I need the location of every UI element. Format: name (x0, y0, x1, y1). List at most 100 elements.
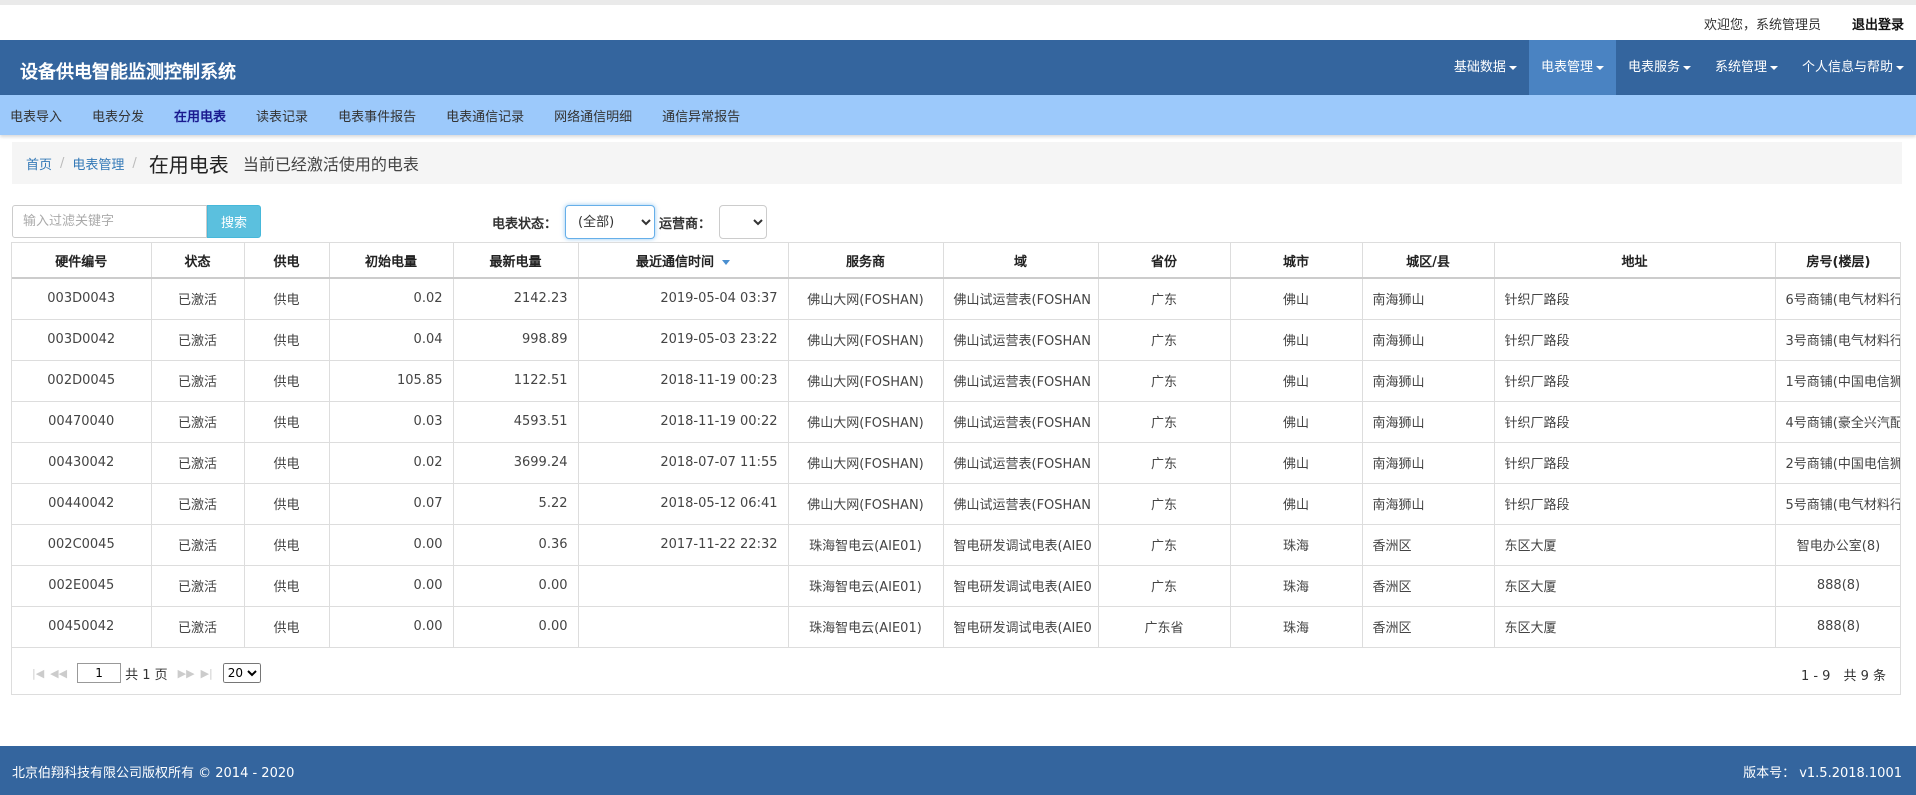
table-cell: 1122.51 (453, 360, 579, 402)
table-cell: 广东 (1098, 360, 1231, 402)
page-title: 在用电表 (148, 152, 229, 177)
table-cell: 佛山大网(FOSHAN) (788, 401, 944, 443)
search-button[interactable]: 搜索 (207, 205, 261, 238)
column-header[interactable]: 房号(楼层) (1775, 243, 1900, 279)
table-cell: 已激活 (151, 606, 245, 648)
column-header[interactable]: 状态 (151, 243, 245, 279)
table-cell: 已激活 (151, 565, 245, 607)
subnav-comm-records[interactable]: 电表通信记录 (436, 106, 544, 125)
page-size-select[interactable]: 20 (222, 663, 261, 683)
subnav-active-meters[interactable]: 在用电表 (164, 106, 246, 125)
column-header[interactable]: 城市 (1230, 243, 1363, 279)
table-cell: 0.36 (453, 524, 579, 566)
nav-basic-data[interactable]: 基础数据 (1442, 40, 1529, 95)
subnav-event-reports[interactable]: 电表事件报告 (328, 106, 436, 125)
column-header[interactable]: 地址 (1494, 243, 1776, 279)
table-row[interactable]: 002C0045 已激活 供电 0.00 0.36 2017-11-22 22:32 珠海智… (12, 524, 1900, 566)
record-count-info: 1 - 9 共 9 条 (1800, 669, 1886, 684)
table-cell: 佛山 (1230, 360, 1363, 402)
table-cell: 智电办公室(8) (1775, 524, 1900, 566)
table-cell: 珠海 (1230, 565, 1363, 607)
table-cell: 2019-05-03 23:22 (578, 319, 789, 361)
table-cell: 00450042 (12, 606, 152, 648)
table-cell: 佛山 (1230, 278, 1363, 320)
subnav-comm-exceptions[interactable]: 通信异常报告 (652, 106, 760, 125)
nav-label: 基础数据 (1453, 60, 1506, 75)
table-cell: 0.04 (329, 319, 454, 361)
last-page-icon[interactable]: ▶| (201, 667, 213, 680)
breadcrumb-home[interactable]: 首页 (26, 154, 52, 173)
subnav-meter-distribute[interactable]: 电表分发 (82, 106, 164, 125)
sort-desc-icon[interactable] (722, 259, 730, 265)
table-cell: 佛山大网(FOSHAN) (788, 483, 944, 525)
caret-down-icon (1896, 65, 1904, 70)
caret-down-icon (1769, 65, 1778, 70)
meter-grid: 硬件编号 状态 供电 初始电量 最新电量 最近通信时间 服务商域省份 城市 城区/县 地址 房号(楼… (11, 242, 1901, 695)
table-cell: 佛山试运营表(FOSHAN (943, 442, 1099, 484)
table-cell: 0.03 (329, 401, 454, 443)
table-row[interactable]: 003D0042 已激活 供电 0.04 998.89 2019-05-03 23:22 佛… (12, 319, 1900, 361)
status-filter-select[interactable]: (全部) (565, 205, 655, 239)
table-cell: 1号商铺(中国电信狮 (1775, 360, 1900, 402)
nav-system-management[interactable]: 系统管理 (1703, 40, 1790, 95)
logout-link[interactable]: 退出登录 (1852, 14, 1904, 33)
sub-navbar: 电表导入 电表分发 在用电表 读表记录 电表事件报告 电表通信记录 网络通信明细… (0, 95, 1916, 135)
column-header[interactable]: 硬件编号 (12, 243, 152, 279)
table-row[interactable]: 00430042 已激活 供电 0.02 3699.24 2018-07-07 11:55… (12, 442, 1900, 484)
table-cell: 广东 (1098, 442, 1231, 484)
table-cell: 珠海智电云(AIE01) (788, 565, 944, 607)
nav-meter-service[interactable]: 电表服务 (1616, 40, 1703, 95)
search-input[interactable] (12, 205, 207, 238)
table-cell: 0.00 (329, 524, 454, 566)
table-row[interactable]: 00470040 已激活 供电 0.03 4593.51 2018-11-19 00:22… (12, 401, 1900, 443)
table-cell: 003D0043 (12, 278, 152, 320)
operator-filter-select[interactable] (719, 205, 767, 239)
nav-personal-help[interactable]: 个人信息与帮助 (1790, 40, 1916, 95)
table-cell: 003D0042 (12, 319, 152, 361)
table-cell: 0.00 (453, 606, 579, 648)
nav-label: 电表服务 (1627, 60, 1680, 75)
table-cell: 佛山试运营表(FOSHAN (943, 483, 1099, 525)
breadcrumb-section[interactable]: 电表管理 (72, 154, 124, 173)
table-cell: 佛山试运营表(FOSHAN (943, 401, 1099, 443)
prev-page-icon[interactable]: ◀◀ (50, 667, 67, 680)
next-page-icon[interactable]: ▶▶ (178, 667, 195, 680)
table-cell: 已激活 (151, 442, 245, 484)
column-header[interactable]: 城区/县 (1362, 243, 1495, 279)
table-cell: 2017-11-22 22:32 (578, 524, 789, 566)
table-cell: 0.00 (453, 565, 579, 607)
column-header[interactable]: 最近通信时间 (578, 243, 789, 279)
column-header[interactable]: 域 (943, 243, 1099, 279)
column-header[interactable]: 服务商 (788, 243, 944, 279)
table-cell: 佛山大网(FOSHAN) (788, 360, 944, 402)
table-cell: 佛山 (1230, 442, 1363, 484)
caret-down-icon (1595, 65, 1604, 70)
table-row[interactable]: 003D0043 已激活 供电 0.02 2142.23 2019-05-04 03:37… (12, 278, 1900, 320)
table-cell: 已激活 (151, 401, 245, 443)
table-row[interactable]: 002E0045 已激活 供电 0.00 0.00 珠海智电云(AIE01) 智电研发调试电… (12, 565, 1900, 607)
subnav-read-records[interactable]: 读表记录 (246, 106, 328, 125)
page-number-input[interactable] (77, 663, 122, 683)
table-cell: 广东 (1098, 401, 1231, 443)
subnav-network-details[interactable]: 网络通信明细 (544, 106, 652, 125)
column-header[interactable]: 最新电量 (453, 243, 579, 279)
table-cell: 00440042 (12, 483, 152, 525)
table-cell: 佛山 (1230, 319, 1363, 361)
column-header-label: 城区/县 (1406, 254, 1450, 270)
table-cell: 佛山大网(FOSHAN) (788, 278, 944, 320)
table-row[interactable]: 00440042 已激活 供电 0.07 5.22 2018-05-12 06:41 佛山大… (12, 483, 1900, 525)
first-page-icon[interactable]: |◀ (32, 667, 44, 680)
table-cell: 已激活 (151, 278, 245, 320)
column-header[interactable]: 供电 (244, 243, 330, 279)
column-header[interactable]: 省份 (1098, 243, 1231, 279)
table-row[interactable]: 00450042 已激活 供电 0.00 0.00 珠海智电云(AIE01) 智电研发调试电… (12, 606, 1900, 648)
table-cell (578, 606, 789, 648)
subnav-meter-import[interactable]: 电表导入 (0, 106, 82, 125)
table-cell: 针织厂路段 (1494, 278, 1776, 320)
table-cell: 珠海 (1230, 606, 1363, 648)
table-cell: 2018-11-19 00:22 (578, 401, 789, 443)
nav-meter-management[interactable]: 电表管理 (1528, 40, 1616, 95)
table-row[interactable]: 002D0045 已激活 供电 105.85 1122.51 2018-11-19 00:… (12, 360, 1900, 402)
column-header[interactable]: 初始电量 (329, 243, 454, 279)
table-cell: 0.02 (329, 442, 454, 484)
